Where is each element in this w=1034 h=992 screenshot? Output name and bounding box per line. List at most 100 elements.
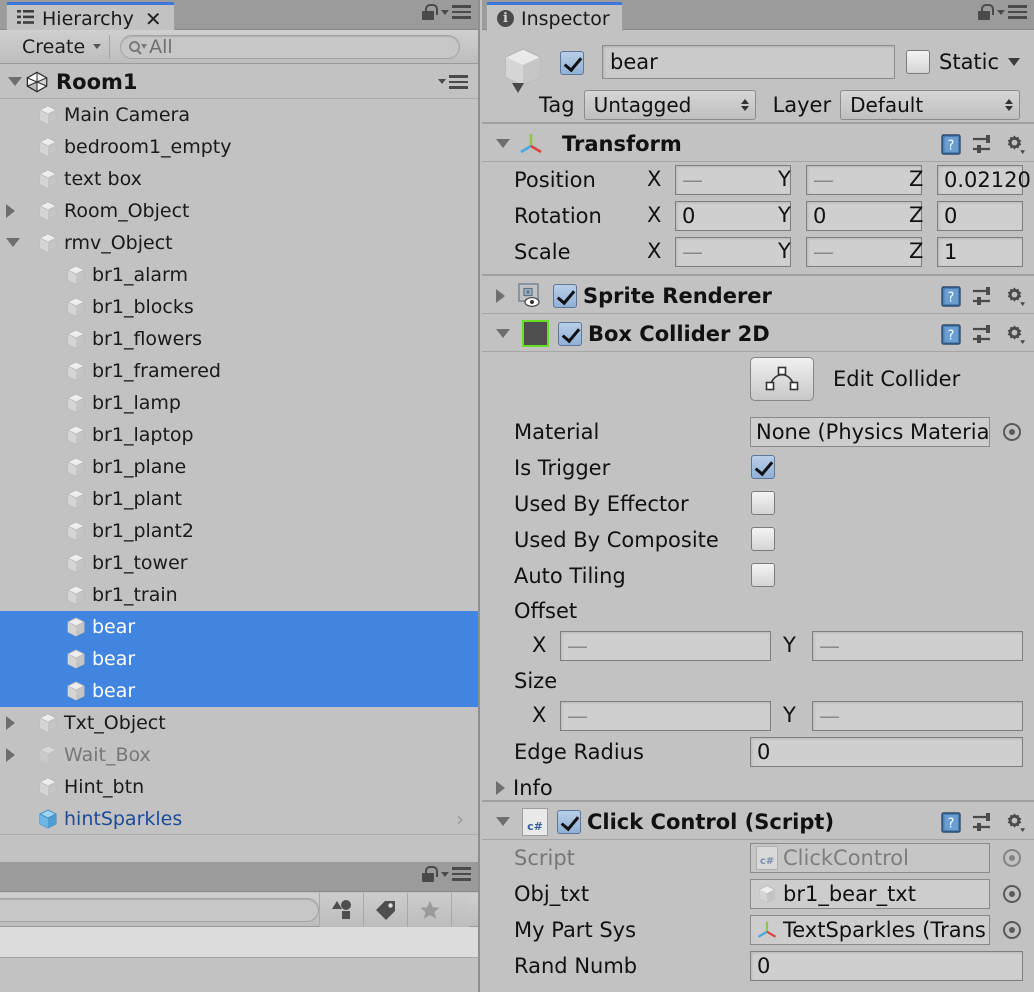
favorites-star-icon[interactable]	[407, 892, 451, 927]
sprite-renderer-header[interactable]: Sprite Renderer ?	[482, 278, 1034, 314]
search-filter-chevron-icon[interactable]	[141, 44, 148, 49]
transform-foldout-icon[interactable]	[496, 139, 510, 148]
rand-numb-field[interactable]: 0	[750, 951, 1023, 981]
obj-txt-picker-icon[interactable]	[1003, 885, 1021, 903]
static-checkbox[interactable]	[906, 50, 930, 74]
hierarchy-item-main-camera[interactable]: Main Camera	[0, 99, 478, 131]
filter-by-type-icon[interactable]	[319, 892, 363, 927]
obj-txt-field[interactable]: br1_bear_txt	[750, 879, 990, 909]
lock-icon[interactable]	[978, 4, 994, 20]
hierarchy-item-bear[interactable]: bear	[0, 675, 478, 707]
help-book-icon[interactable]: ?	[940, 285, 963, 308]
hierarchy-item-br1-plant[interactable]: br1_plant	[0, 483, 478, 515]
tab-hierarchy[interactable]: Hierarchy ✕	[6, 2, 175, 32]
hierarchy-item-hintsparkles[interactable]: hintSparkles ›	[0, 803, 478, 834]
hierarchy-item-txt-object[interactable]: Txt_Object	[0, 707, 478, 739]
sprite-renderer-foldout-icon[interactable]	[496, 288, 505, 303]
hierarchy-item-br1-blocks[interactable]: br1_blocks	[0, 291, 478, 323]
preset-icon[interactable]	[972, 324, 994, 345]
gear-icon[interactable]	[1003, 811, 1026, 834]
panel-menu-icon[interactable]	[441, 867, 471, 881]
transform-scale-y-field[interactable]: —	[806, 237, 922, 267]
box-collider-header[interactable]: Box Collider 2D ?	[482, 316, 1034, 352]
transform-scale-z-field[interactable]: 1	[937, 237, 1023, 267]
edit-collider-button[interactable]	[750, 357, 814, 401]
info-foldout-icon[interactable]	[496, 781, 505, 795]
hierarchy-item-br1-plane[interactable]: br1_plane	[0, 451, 478, 483]
hierarchy-item-rmv-object[interactable]: rmv_Object	[0, 227, 478, 259]
material-picker-icon[interactable]	[1003, 423, 1021, 441]
hierarchy-item-br1-flowers[interactable]: br1_flowers	[0, 323, 478, 355]
material-field[interactable]: None (Physics Materia	[750, 417, 990, 447]
lock-icon[interactable]	[422, 866, 438, 882]
hierarchy-item-bedroom1-empty[interactable]: bedroom1_empty	[0, 131, 478, 163]
transform-position-x-field[interactable]: —	[675, 165, 791, 195]
box-collider-enabled-checkbox[interactable]	[558, 321, 582, 346]
transform-scale-x-field[interactable]: —	[675, 237, 791, 267]
hierarchy-item-br1-laptop[interactable]: br1_laptop	[0, 419, 478, 451]
hierarchy-item-br1-plant2[interactable]: br1_plant2	[0, 515, 478, 547]
offset-x-field[interactable]: —	[560, 631, 771, 661]
hierarchy-item-bear[interactable]: bear	[0, 643, 478, 675]
my-part-sys-picker-icon[interactable]	[1003, 921, 1021, 939]
panel-menu-icon[interactable]	[997, 5, 1027, 19]
click-control-header[interactable]: c# Click Control (Script) ?	[482, 804, 1034, 840]
my-part-sys-field[interactable]: TextSparkles (Trans	[750, 915, 990, 945]
project-search-input[interactable]	[0, 897, 319, 922]
help-book-icon[interactable]: ?	[940, 133, 963, 156]
hierarchy-item-br1-train[interactable]: br1_train	[0, 579, 478, 611]
static-dropdown-icon[interactable]	[1008, 58, 1021, 66]
transform-rotation-y-field[interactable]: 0	[806, 201, 922, 231]
scene-foldout-icon[interactable]	[8, 77, 22, 86]
transform-rotation-x-field[interactable]: 0	[675, 201, 791, 231]
hierarchy-item-room-object[interactable]: Room_Object	[0, 195, 478, 227]
transform-rotation-z-field[interactable]: 0	[937, 201, 1023, 231]
object-enabled-checkbox[interactable]	[560, 51, 584, 75]
gear-icon[interactable]	[1003, 133, 1026, 156]
hierarchy-item-wait-box[interactable]: Wait_Box	[0, 739, 478, 771]
size-x-field[interactable]: —	[560, 701, 771, 731]
hierarchy-item-br1-lamp[interactable]: br1_lamp	[0, 387, 478, 419]
click-control-enabled-checkbox[interactable]	[557, 809, 581, 834]
help-book-icon[interactable]: ?	[940, 323, 963, 346]
transform-position-y-field[interactable]: —	[806, 165, 922, 195]
hierarchy-search-input[interactable]: All	[120, 34, 460, 59]
foldout-icon[interactable]	[6, 748, 15, 762]
filter-by-label-icon[interactable]	[363, 892, 407, 927]
used-by-effector-checkbox[interactable]	[751, 491, 775, 515]
preset-icon[interactable]	[972, 286, 994, 307]
hierarchy-item-br1-framered[interactable]: br1_framered	[0, 355, 478, 387]
click-control-foldout-icon[interactable]	[496, 817, 510, 826]
tag-dropdown[interactable]: Untagged	[583, 90, 756, 120]
offset-y-field[interactable]: —	[812, 631, 1023, 661]
gear-icon[interactable]	[1003, 323, 1026, 346]
foldout-icon[interactable]	[6, 204, 15, 218]
close-icon[interactable]: ✕	[145, 7, 162, 31]
auto-tiling-checkbox[interactable]	[751, 563, 775, 587]
preset-icon[interactable]	[972, 134, 994, 155]
hierarchy-item-text-box[interactable]: text box	[0, 163, 478, 195]
tab-inspector[interactable]: i Inspector	[486, 2, 623, 32]
edge-radius-field[interactable]: 0	[750, 737, 1023, 767]
hierarchy-item-br1-tower[interactable]: br1_tower	[0, 547, 478, 579]
open-prefab-chevron-icon[interactable]: ›	[456, 809, 464, 829]
lock-icon[interactable]	[422, 4, 438, 20]
size-y-field[interactable]: —	[812, 701, 1023, 731]
box-collider-foldout-icon[interactable]	[496, 329, 510, 338]
help-book-icon[interactable]: ?	[940, 811, 963, 834]
object-name-field[interactable]: bear	[602, 45, 895, 79]
foldout-icon[interactable]	[6, 238, 20, 247]
layer-dropdown[interactable]: Default	[840, 90, 1021, 120]
hierarchy-item-bear[interactable]: bear	[0, 611, 478, 643]
is-trigger-checkbox[interactable]	[751, 455, 775, 479]
hierarchy-item-hint-btn[interactable]: Hint_btn	[0, 771, 478, 803]
transform-position-z-field[interactable]: 0.02120	[937, 165, 1031, 195]
hierarchy-item-br1-alarm[interactable]: br1_alarm	[0, 259, 478, 291]
scene-root-row[interactable]: Room1	[0, 65, 478, 99]
sprite-renderer-enabled-checkbox[interactable]	[553, 283, 577, 308]
scene-menu-icon[interactable]	[438, 75, 468, 89]
gear-icon[interactable]	[1003, 285, 1026, 308]
static-toggle[interactable]: Static	[906, 50, 1021, 74]
panel-menu-icon[interactable]	[441, 5, 471, 19]
foldout-icon[interactable]	[6, 716, 15, 730]
